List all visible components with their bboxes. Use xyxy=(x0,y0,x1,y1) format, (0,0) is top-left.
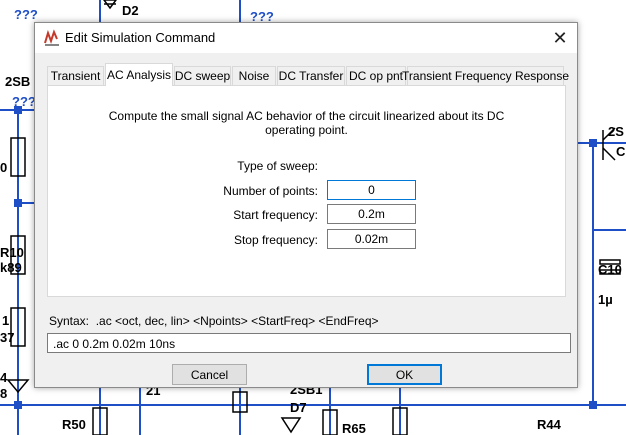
bg-label-d2: D2 xyxy=(122,3,139,18)
bg-label-eight: 8 xyxy=(0,386,7,401)
tab-ac-analysis[interactable]: AC Analysis xyxy=(105,63,173,86)
tab-transient[interactable]: Transient xyxy=(47,66,104,85)
spice-command-field[interactable]: .ac 0 0.2m 0.02m 10ns xyxy=(47,333,571,353)
tab-dc-op-pnt[interactable]: DC op pnt xyxy=(346,66,406,85)
bg-label-r37: 37 xyxy=(0,330,14,345)
dialog-title: Edit Simulation Command xyxy=(65,30,216,45)
number-of-points-label: Number of points: xyxy=(223,184,318,198)
tab-dc-sweep[interactable]: DC sweep xyxy=(174,66,231,85)
tab-noise[interactable]: Noise xyxy=(232,66,276,85)
cancel-button[interactable]: Cancel xyxy=(172,364,247,385)
type-of-sweep-label: Type of sweep: xyxy=(237,159,318,173)
close-icon[interactable]: ✕ xyxy=(543,23,577,53)
tab-dc-transfer[interactable]: DC Transfer xyxy=(277,66,345,85)
bg-label-four: 4 xyxy=(0,370,8,385)
tab-transient-frequency-response[interactable]: Transient Frequency Response xyxy=(402,66,569,85)
start-frequency-label: Start frequency: xyxy=(233,208,318,222)
bg-label-cu: 1µ xyxy=(598,292,613,307)
syntax-hint: Syntax: .ac <oct, dec, lin> <Npoints> <S… xyxy=(49,314,379,328)
ltspice-app-icon xyxy=(44,29,59,46)
bg-label-s2: 2S xyxy=(608,124,624,139)
start-frequency-field[interactable]: 0.2m xyxy=(327,204,416,224)
number-of-points-field[interactable]: 0 xyxy=(327,180,416,200)
edit-simulation-dialog: Edit Simulation Command ✕ Transient AC A… xyxy=(34,22,578,388)
bg-label-c10: C10 xyxy=(598,262,622,277)
bg-label-r0: 0 xyxy=(0,160,7,175)
bg-label-q3: ??? xyxy=(12,94,36,109)
stop-frequency-field[interactable]: 0.02m xyxy=(327,229,416,249)
bg-label-r44: R44 xyxy=(537,417,562,432)
description-line-2: operating point. xyxy=(265,123,348,137)
bg-label-r65: R65 xyxy=(342,421,366,435)
description-line-1: Compute the small signal AC behavior of … xyxy=(108,109,505,123)
bg-label-sb: 2SB xyxy=(5,74,30,89)
ac-analysis-panel: Compute the small signal AC behavior of … xyxy=(47,85,566,297)
stop-frequency-label: Stop frequency: xyxy=(233,233,318,247)
bg-label-r10: R10 xyxy=(0,245,24,260)
bg-label-cq: C xyxy=(616,144,626,159)
bg-label-one: 1 xyxy=(2,313,9,328)
dialog-titlebar[interactable]: Edit Simulation Command ✕ xyxy=(35,23,577,53)
bg-label-d7: D7 xyxy=(290,400,307,415)
bg-label-q1: ??? xyxy=(14,7,38,22)
bg-label-r50: R50 xyxy=(62,417,86,432)
ok-button[interactable]: OK xyxy=(367,364,442,385)
bg-label-k89: k89 xyxy=(0,260,22,275)
